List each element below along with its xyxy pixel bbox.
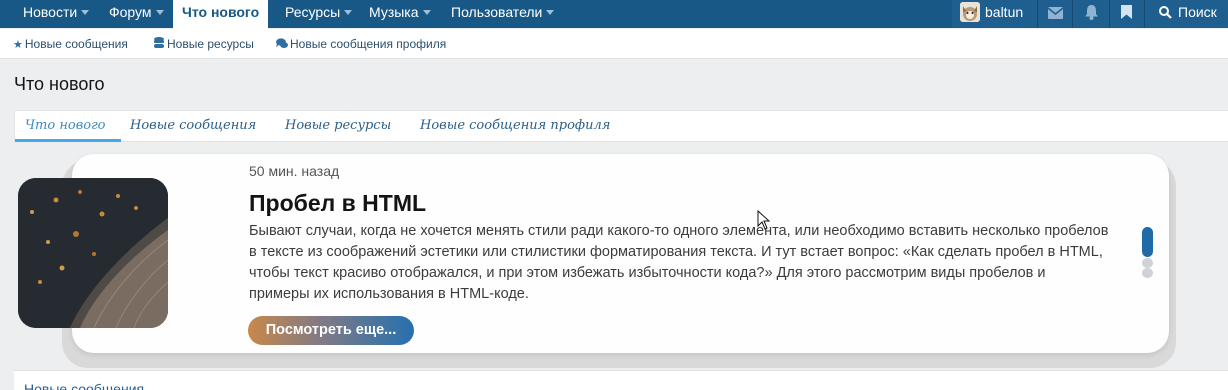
subnav-new-resources[interactable]: Новые ресурсы bbox=[154, 37, 254, 51]
search-icon bbox=[1159, 6, 1172, 19]
subnav-label: Новые сообщения профиля bbox=[290, 37, 447, 51]
nav-item-news[interactable]: Новости bbox=[23, 0, 90, 28]
page-title: Что нового bbox=[14, 74, 105, 94]
nav-item-label: Музыка bbox=[369, 4, 419, 20]
slide-indicator[interactable] bbox=[1142, 268, 1153, 278]
sub-navigation-bar: ★ Новые сообщения Новые ресурсы Новые соо… bbox=[0, 29, 1228, 59]
nav-item-label: Новости bbox=[23, 4, 78, 20]
subnav-label: Новые сообщения bbox=[24, 37, 128, 51]
chevron-down-icon bbox=[344, 10, 353, 15]
block-heading[interactable]: Новые сообщения bbox=[24, 381, 144, 390]
database-icon bbox=[154, 37, 164, 48]
chevron-down-icon bbox=[422, 10, 431, 15]
latest-posts-block: Новые сообщения bbox=[14, 370, 1228, 390]
nav-item-label: Что нового bbox=[182, 4, 260, 20]
nav-item-forum[interactable]: Форум bbox=[109, 0, 164, 28]
nav-item-music[interactable]: Музыка bbox=[369, 0, 431, 28]
nav-item-label: Форум bbox=[109, 4, 152, 20]
nav-item-label: Ресурсы bbox=[285, 4, 341, 20]
tab-bar: Что нового Новые сообщения Новые ресурсы… bbox=[14, 110, 1228, 142]
tab-new-resources[interactable]: Новые ресурсы bbox=[285, 118, 391, 133]
card-title[interactable]: Пробел в HTML bbox=[249, 190, 426, 217]
chevron-down-icon bbox=[81, 10, 90, 15]
avatar bbox=[960, 2, 980, 22]
chevron-down-icon bbox=[546, 10, 555, 15]
slide-indicator-active[interactable] bbox=[1142, 227, 1153, 257]
card-timestamp: 50 мин. назад bbox=[249, 163, 340, 179]
nav-item-whats-new[interactable]: Что нового bbox=[173, 0, 269, 29]
bookmark-icon bbox=[1121, 5, 1132, 19]
envelope-icon bbox=[1048, 7, 1063, 19]
alerts-button[interactable] bbox=[1073, 0, 1109, 28]
nav-item-resources[interactable]: Ресурсы bbox=[285, 0, 353, 28]
see-more-button[interactable]: Посмотреть еще... bbox=[248, 316, 414, 345]
chevron-down-icon bbox=[155, 10, 164, 15]
tab-whats-new[interactable]: Что нового bbox=[25, 118, 106, 133]
search-button[interactable]: Поиск bbox=[1145, 0, 1228, 28]
bookmarks-button[interactable] bbox=[1110, 0, 1144, 28]
nav-item-users[interactable]: Пользователи bbox=[451, 0, 555, 28]
top-navigation-bar: Новости Форум Что нового Ресурсы Музыка … bbox=[0, 0, 1228, 29]
subnav-new-posts[interactable]: ★ Новые сообщения bbox=[13, 37, 128, 51]
subnav-new-profile-posts[interactable]: Новые сообщения профиля bbox=[276, 37, 446, 51]
user-account-menu[interactable]: baltun bbox=[952, 0, 1037, 28]
username-label: baltun bbox=[985, 4, 1024, 20]
card-description: Бывают случаи, когда не хочется менять с… bbox=[249, 223, 1109, 302]
tab-new-posts[interactable]: Новые сообщения bbox=[130, 118, 256, 133]
search-label: Поиск bbox=[1178, 4, 1217, 20]
inbox-button[interactable] bbox=[1038, 0, 1072, 28]
comments-icon bbox=[276, 38, 288, 48]
subnav-label: Новые ресурсы bbox=[167, 37, 254, 51]
bell-icon bbox=[1085, 5, 1098, 20]
tab-new-profile-posts[interactable]: Новые сообщения профиля bbox=[420, 118, 610, 133]
nav-item-label: Пользователи bbox=[451, 4, 543, 20]
card-thumbnail[interactable] bbox=[18, 178, 168, 328]
mouse-cursor-icon bbox=[757, 210, 771, 230]
active-tab-indicator bbox=[15, 139, 121, 142]
slide-indicator[interactable] bbox=[1142, 258, 1153, 268]
star-icon: ★ bbox=[13, 39, 23, 51]
